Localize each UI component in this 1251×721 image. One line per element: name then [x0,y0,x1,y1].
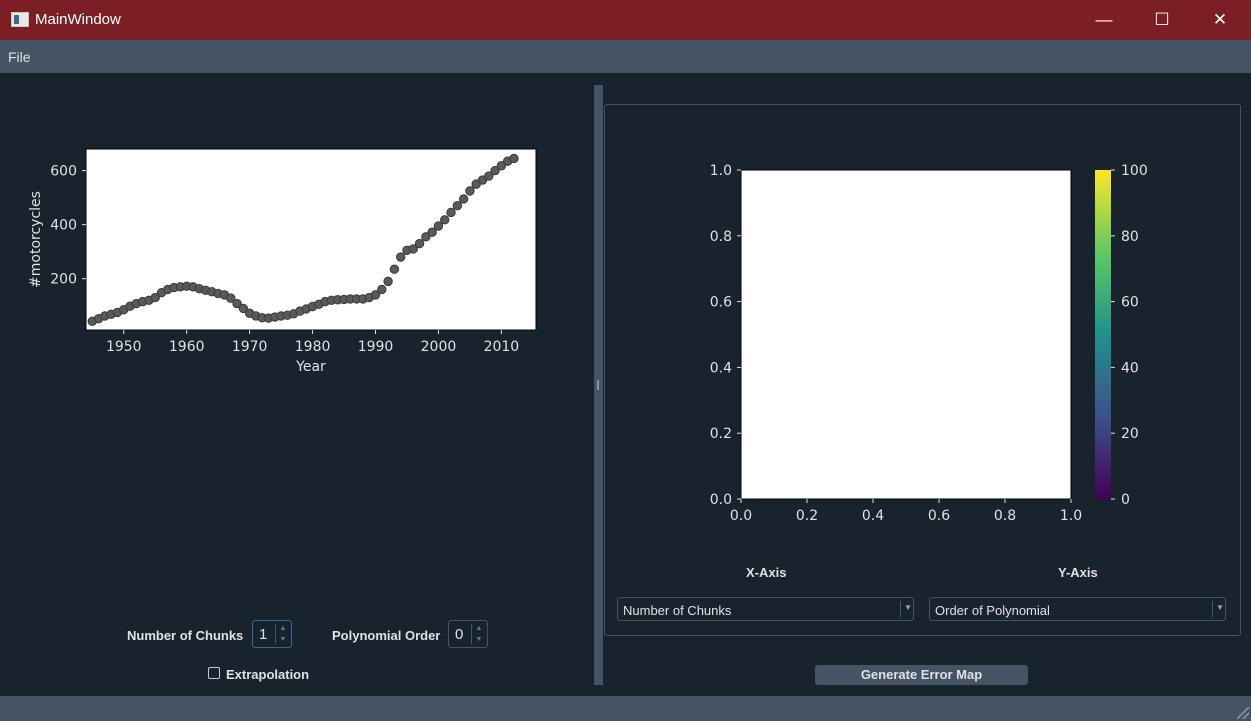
x-tick-label: 1950 [106,339,142,355]
x-tick-label: 1990 [358,339,394,355]
y-axis-select-value: Order of Polynomial [935,603,1050,618]
y-tick-label: 0.0 [710,492,732,508]
x-axis-title: Year [295,359,326,375]
minimize-button[interactable]: — [1075,0,1133,40]
x-tick-label: 0.0 [730,508,752,524]
splitter-handle[interactable] [594,85,603,685]
colorbar-tick-label: 20 [1121,426,1139,442]
poly-up-arrow-icon[interactable]: ▲ [473,623,485,634]
x-tick-label: 0.6 [928,508,950,524]
colorbar [1095,170,1111,499]
data-point [440,215,450,225]
y-axis-title: #motorcycles [28,191,44,288]
x-tick-label: 2000 [421,339,457,355]
splitter-grip [597,380,599,390]
x-tick-label: 1970 [232,339,268,355]
data-point [452,201,463,211]
chevron-down-icon: ▼ [1216,603,1224,612]
chevron-down-icon: ▼ [904,603,912,612]
colorbar-tick-label: 40 [1121,360,1139,376]
x-tick-label: 0.8 [994,508,1016,524]
app-icon [11,12,29,27]
x-axis-select-value: Number of Chunks [623,603,732,618]
y-axis-label: Y-Axis [1058,565,1098,580]
x-tick-label: 2010 [484,339,520,355]
x-axis-select[interactable]: Number of Chunks ▼ [617,597,914,621]
data-point [389,264,400,274]
combo-separator [1212,601,1213,617]
colorbar-tick-label: 60 [1121,295,1139,311]
poly-order-spinbox[interactable]: 0 ▲ ▼ [448,620,488,648]
combo-separator [900,601,901,617]
colorbar-tick-label: 0 [1121,492,1130,508]
x-tick-label: 0.2 [796,508,818,524]
poly-order-label: Polynomial Order [332,628,441,643]
chunks-down-arrow-icon[interactable]: ▼ [277,634,289,645]
title-bar: MainWindow — ☐ ✕ [0,0,1251,40]
data-point [383,276,393,287]
colorbar-tick-label: 100 [1121,163,1148,179]
extrapolation-checkbox[interactable] [208,667,220,679]
resize-grip-icon[interactable] [1237,707,1249,719]
data-point [509,153,519,164]
x-tick-label: 1.0 [1060,508,1082,524]
y-tick-label: 0.4 [710,360,732,376]
extrapolation-label: Extrapolation [226,667,310,682]
status-bar [0,696,1251,721]
y-tick-label: 600 [50,164,77,180]
y-tick-label: 1.0 [710,163,732,179]
motorcycles-scatter-plot: 1950 1960 1970 1980 1990 2000 2010 200 400 600 Yea… [28,148,537,375]
heatmap-area [740,169,1072,500]
y-tick-label: 200 [50,272,77,288]
menu-bar: File [0,40,1251,73]
menu-file[interactable]: File [8,49,31,65]
colorbar-tick-label: 80 [1121,229,1139,245]
window-title: MainWindow [35,11,121,28]
x-tick-label: 1960 [169,339,205,355]
chunks-up-arrow-icon[interactable]: ▲ [277,623,289,634]
data-point [458,194,469,204]
error-heatmap-plot: 0.0 0.2 0.4 0.6 0.8 1.0 0.0 0.2 0.4 0.6 0.8 1.0 0 20 4… [710,163,1148,524]
poly-down-arrow-icon[interactable]: ▼ [473,634,485,645]
x-tick-label: 0.4 [862,508,884,524]
chunks-spinbox[interactable]: 1 ▲ ▼ [252,620,292,648]
poly-order-value: 0 [455,626,464,643]
data-point [395,252,406,262]
y-tick-label: 400 [50,218,77,234]
chunks-value: 1 [259,626,268,643]
x-axis-label: X-Axis [746,565,787,580]
x-tick-label: 1980 [295,339,331,355]
close-button[interactable]: ✕ [1191,0,1249,40]
maximize-button[interactable]: ☐ [1133,0,1191,40]
data-point [446,207,456,218]
data-point [465,186,475,196]
spin-separator [471,624,472,644]
generate-error-map-button[interactable]: Generate Error Map [815,665,1028,685]
y-tick-label: 0.6 [710,295,732,311]
data-point [414,238,425,249]
spin-separator [275,624,276,644]
chunks-label: Number of Chunks [127,628,244,643]
y-axis-select[interactable]: Order of Polynomial ▼ [929,597,1226,621]
data-point [377,284,387,295]
y-tick-label: 0.2 [710,426,732,442]
y-tick-label: 0.8 [710,229,732,245]
